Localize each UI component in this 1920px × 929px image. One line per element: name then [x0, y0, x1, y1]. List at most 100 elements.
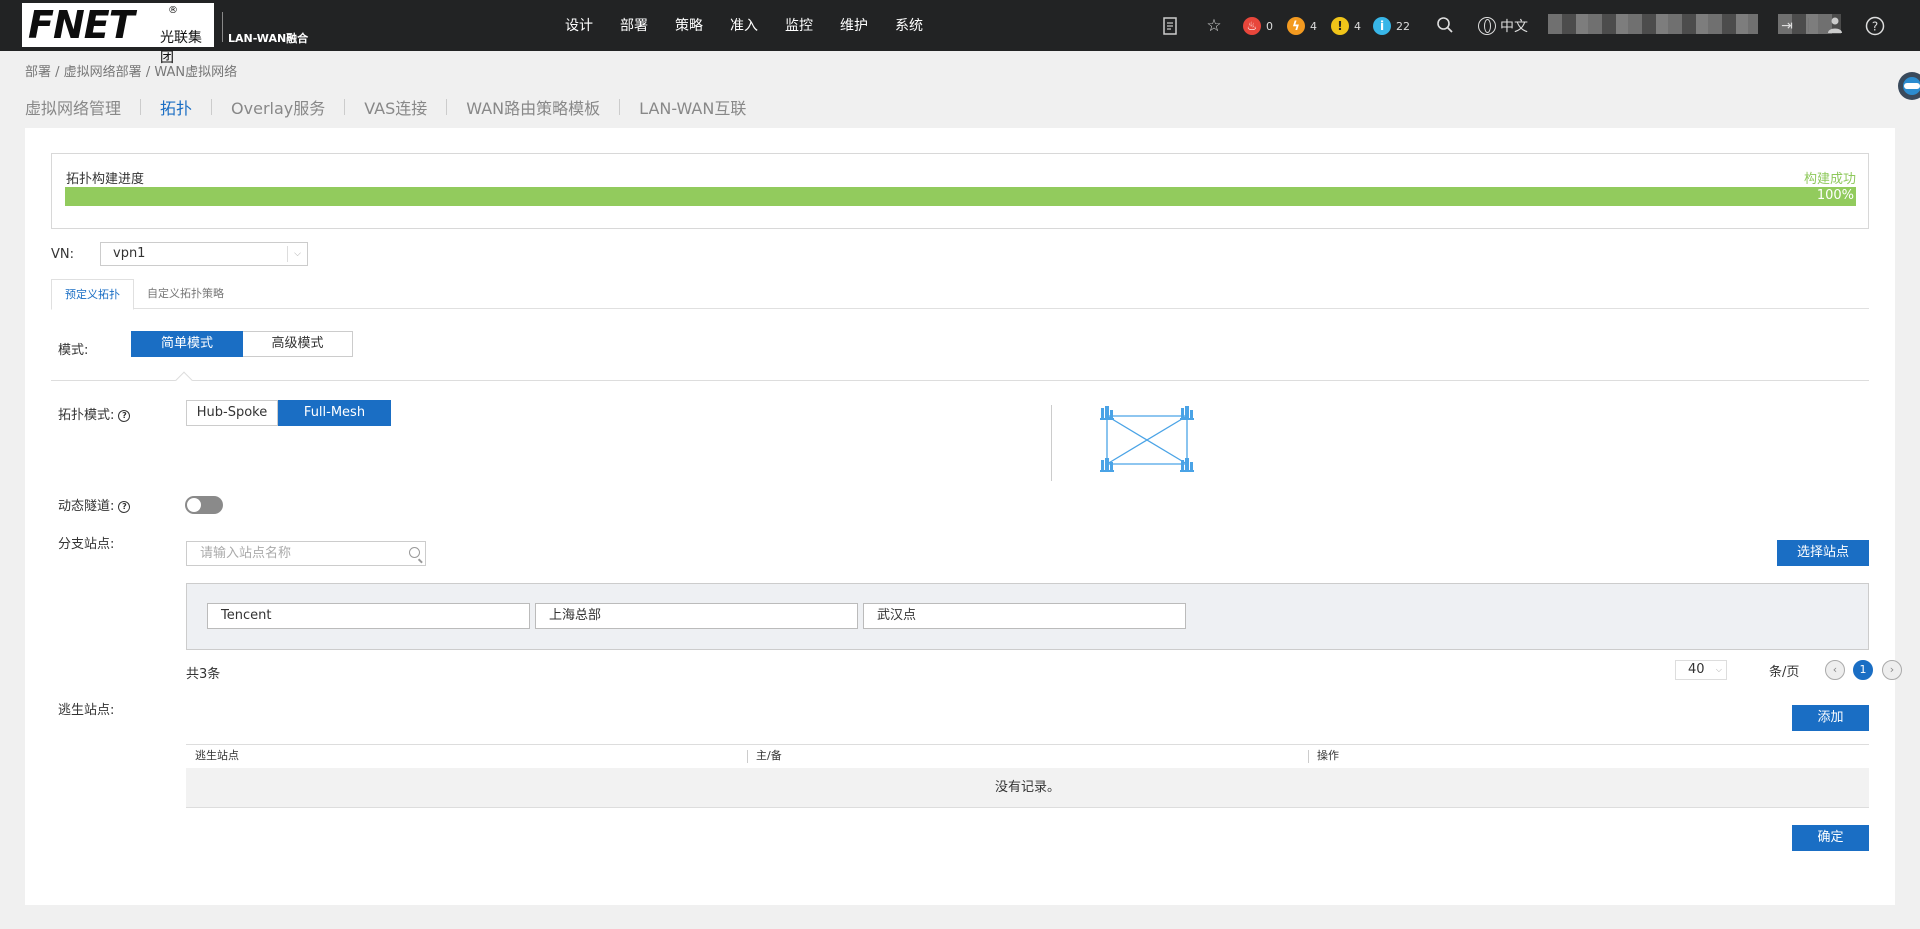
logo-divider [222, 12, 223, 42]
progress-status: 构建成功 [1803, 172, 1856, 187]
help-icon[interactable]: ? [118, 501, 131, 513]
progress-percent: 100% [1816, 188, 1854, 203]
progress-fill: 100% [65, 187, 1856, 206]
column-header-escape-site: 逃生站点 [195, 749, 239, 762]
report-icon[interactable] [1160, 16, 1180, 36]
lightning-icon: ϟ [1287, 17, 1305, 35]
search-icon[interactable] [1435, 16, 1455, 36]
full-mesh-button[interactable]: Full-Mesh [278, 400, 391, 426]
nav-item-monitor[interactable]: 监控 [785, 0, 813, 51]
logout-icon[interactable]: ⇥ [1777, 16, 1797, 36]
brand-logo[interactable]: FNET ® 光联集团 [22, 3, 214, 66]
progress-card: 拓扑构建进度 构建成功 100% [51, 153, 1869, 229]
logo-mark: FNET [28, 3, 135, 47]
branch-sites-label: 分支站点: [58, 537, 115, 552]
vn-label: VN: [51, 247, 74, 262]
tab-lan-wan-interconnect[interactable]: LAN-WAN互联 [639, 95, 746, 119]
chevron-down-icon: ⌵ [1715, 665, 1722, 674]
page-size-unit: 条/页 [1769, 665, 1800, 680]
tab-divider [619, 99, 621, 115]
tab-divider [140, 99, 142, 115]
dynamic-tunnel-toggle[interactable] [185, 496, 223, 514]
tab-wan-route-template[interactable]: WAN路由策略模板 [466, 95, 600, 119]
vn-select[interactable]: vpn1 ⌵ [100, 242, 308, 266]
alert-info[interactable]: i 22 [1373, 16, 1410, 36]
help-icon[interactable]: ? [1865, 16, 1885, 36]
mode-advanced-button[interactable]: 高级模式 [243, 331, 353, 357]
info-icon: i [1373, 17, 1391, 35]
topbar-divider [1808, 18, 1809, 32]
breadcrumb-item[interactable]: 部署 [25, 65, 51, 80]
help-icon[interactable]: ? [118, 410, 131, 422]
tab-divider [211, 99, 213, 115]
mode-label: 模式: [58, 343, 89, 358]
full-mesh-diagram [1095, 404, 1199, 480]
page-size-select[interactable]: 40 ⌵ [1675, 660, 1727, 680]
tab-virtual-network-management[interactable]: 虚拟网络管理 [25, 95, 121, 119]
nav-item-policy[interactable]: 策略 [675, 0, 703, 51]
site-tag[interactable]: 上海总部 [535, 603, 858, 629]
escape-sites-label: 逃生站点: [58, 703, 115, 718]
section-divider [51, 380, 1869, 381]
add-escape-site-button[interactable]: 添加 [1792, 705, 1869, 731]
floating-assistant-icon[interactable] [1888, 66, 1920, 106]
next-page-button[interactable]: › [1882, 660, 1902, 680]
tab-vas-connection[interactable]: VAS连接 [364, 95, 427, 119]
empty-table-message: 没有记录。 [186, 768, 1869, 808]
star-icon[interactable]: ☆ [1204, 16, 1224, 36]
alert-minor[interactable]: ! 4 [1331, 16, 1361, 36]
alert-minor-count: 4 [1354, 19, 1361, 33]
nav-item-access[interactable]: 准入 [730, 0, 758, 51]
breadcrumb-item[interactable]: 虚拟网络部署 [64, 65, 142, 80]
exclamation-icon: ! [1331, 17, 1349, 35]
user-icon[interactable] [1826, 16, 1846, 36]
site-tag[interactable]: 武汉点 [863, 603, 1186, 629]
subtab-predefined-topology[interactable]: 预定义拓扑 [51, 279, 134, 310]
nav-item-maintenance[interactable]: 维护 [840, 0, 868, 51]
page-number-button[interactable]: 1 [1853, 660, 1873, 680]
site-search-input[interactable]: 请输入站点名称 [186, 541, 426, 566]
progress-title: 拓扑构建进度 [66, 172, 145, 187]
dynamic-tunnel-label: 动态隧道:? [58, 495, 131, 514]
chevron-down-icon: ⌵ [287, 246, 307, 262]
site-node-icon [1180, 458, 1194, 472]
language-switch[interactable]: 中文 [1478, 16, 1528, 36]
page-size-value: 40 [1688, 662, 1705, 677]
topology-subtabs: 预定义拓扑 自定义拓扑策略 [51, 279, 1869, 310]
alert-major[interactable]: ϟ 4 [1287, 16, 1317, 36]
prev-page-button[interactable]: ‹ [1825, 660, 1845, 680]
subtab-custom-topology-policy[interactable]: 自定义拓扑策略 [134, 279, 237, 309]
alert-major-count: 4 [1310, 19, 1317, 33]
escape-sites-table: 逃生站点 主/备 操作 没有记录。 [186, 744, 1869, 808]
nav-item-design[interactable]: 设计 [565, 0, 593, 51]
topology-mode-label: 拓扑模式:? [58, 404, 131, 423]
nav-item-system[interactable]: 系统 [895, 0, 923, 51]
svg-text:?: ? [1872, 20, 1878, 34]
confirm-button[interactable]: 确定 [1792, 825, 1869, 851]
registered-mark: ® [168, 5, 178, 16]
breadcrumb-current: WAN虚拟网络 [154, 65, 238, 80]
tab-divider [344, 99, 346, 115]
breadcrumb-separator: / [55, 65, 64, 80]
top-bar: FNET ® 光联集团 LAN-WAN融合 设计 部署 策略 准入 监控 维护 … [0, 0, 1920, 66]
tab-divider [446, 99, 448, 115]
nav-item-deploy[interactable]: 部署 [620, 0, 648, 51]
site-node-icon [1100, 458, 1114, 472]
site-tag[interactable]: Tencent [207, 603, 530, 629]
tab-topology[interactable]: 拓扑 [160, 95, 192, 119]
product-name: LAN-WAN融合 [228, 32, 309, 45]
search-icon[interactable] [409, 547, 420, 558]
select-sites-button[interactable]: 选择站点 [1777, 540, 1869, 566]
hub-spoke-button[interactable]: Hub-Spoke [186, 400, 278, 426]
dynamic-tunnel-label-text: 动态隧道: [58, 499, 115, 514]
site-search-placeholder: 请输入站点名称 [200, 546, 292, 561]
tab-overlay-service[interactable]: Overlay服务 [231, 95, 325, 119]
globe-icon [1478, 17, 1496, 35]
breadcrumb: 部署 / 虚拟网络部署 / WAN虚拟网络 [25, 61, 237, 80]
preview-divider [1051, 405, 1052, 481]
alert-critical[interactable]: ♨ 0 [1243, 16, 1273, 36]
alert-critical-count: 0 [1266, 19, 1273, 33]
mode-simple-button[interactable]: 简单模式 [131, 331, 243, 357]
mode-pointer [175, 371, 193, 389]
site-node-icon [1180, 406, 1194, 420]
